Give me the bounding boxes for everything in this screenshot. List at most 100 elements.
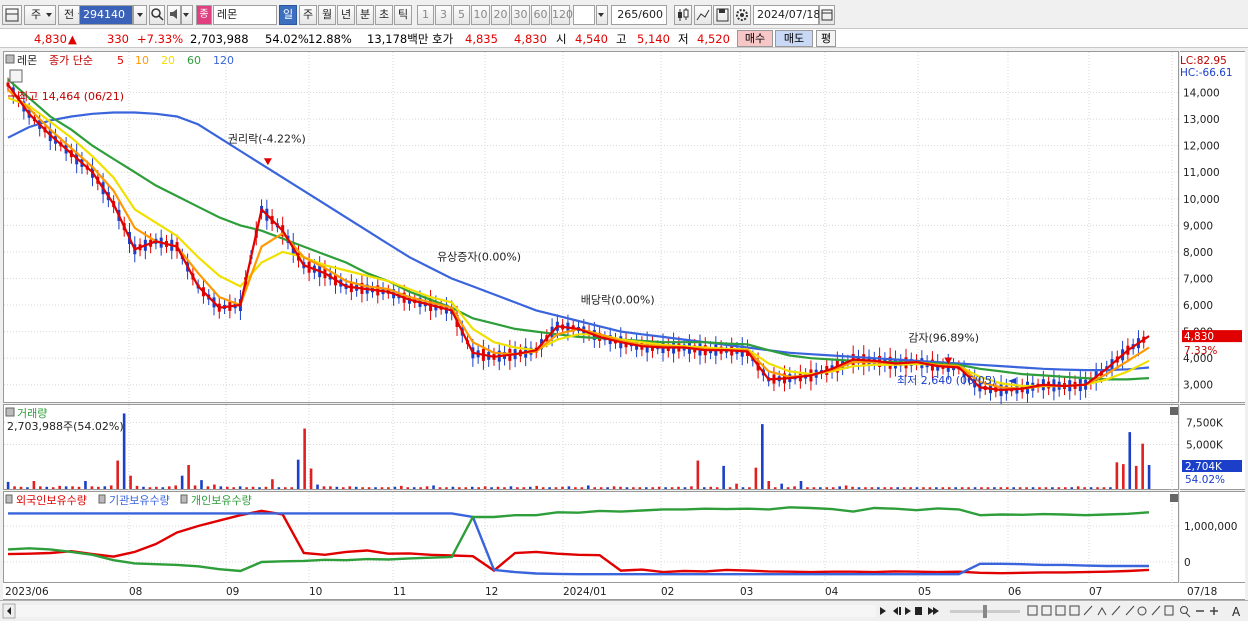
period-tick-button[interactable]: 틱	[394, 5, 412, 25]
period-month-button[interactable]: 월	[318, 5, 336, 25]
count-max: /600	[638, 8, 663, 21]
interval-30-button[interactable]: 30	[511, 5, 530, 25]
step-back-icon[interactable]	[893, 607, 898, 615]
volume-bar	[986, 487, 990, 489]
period-label: 초	[378, 8, 390, 21]
grid-icon[interactable]	[1069, 605, 1080, 616]
circle-tool-icon[interactable]	[1137, 606, 1147, 616]
volume-bar	[902, 487, 906, 489]
interval-1-button[interactable]: 1	[417, 5, 434, 25]
custom-interval-dropdown[interactable]	[596, 5, 608, 25]
trend-line-icon[interactable]	[1083, 605, 1093, 616]
chart-tools[interactable]: A	[1027, 605, 1241, 619]
sell-button[interactable]: 매도	[775, 30, 813, 47]
copy-icon[interactable]	[1041, 605, 1052, 616]
period-year-button[interactable]: 년	[337, 5, 355, 25]
sell-label: 매도	[783, 32, 805, 45]
scroll-right-icon[interactable]	[880, 607, 886, 615]
ray-icon[interactable]	[1111, 605, 1121, 616]
date-field[interactable]: 2024/07/18	[753, 5, 820, 25]
eval-button[interactable]: 평	[816, 30, 836, 47]
price-tick: 11,000	[1183, 167, 1220, 179]
market-select[interactable]: 주	[24, 5, 56, 25]
candle-icon[interactable]	[674, 5, 692, 25]
code-dropdown-button[interactable]	[133, 5, 147, 25]
interval-label: 60	[533, 8, 548, 21]
extend-line-icon[interactable]	[1125, 605, 1135, 616]
volume-bar	[1102, 487, 1106, 489]
speaker-dropdown-button[interactable]	[181, 5, 193, 25]
x-axis-label: 05	[918, 586, 931, 598]
volume-bar	[393, 486, 397, 489]
volume-bar	[728, 487, 732, 489]
interval-label: 30	[513, 8, 528, 21]
period-week-button[interactable]: 주	[299, 5, 317, 25]
zoom-slider-thumb[interactable]	[983, 605, 987, 618]
volume-bar	[960, 487, 964, 489]
volume-bar	[1012, 487, 1016, 489]
price-chart-panel[interactable]: 권리락(-4.22%) 유상증자(0.00%) 배당락(0.00%) 감자(96.89…	[3, 51, 1180, 406]
speaker-icon[interactable]	[167, 5, 181, 25]
font-size-icon[interactable]: A	[1232, 605, 1241, 619]
volume-bar	[155, 486, 158, 489]
zoom-icon[interactable]	[1180, 606, 1188, 614]
open-label: 시	[556, 32, 567, 46]
volume-bar	[271, 479, 274, 489]
period-second-button[interactable]: 초	[375, 5, 393, 25]
volume-bar	[90, 486, 94, 489]
volume-bar	[167, 486, 171, 489]
eraser-icon[interactable]	[1164, 605, 1174, 616]
stock-name-field[interactable]: 레몬	[213, 5, 277, 25]
volume-bar	[71, 486, 74, 489]
volume-bar	[458, 487, 461, 489]
stop-icon[interactable]	[915, 607, 922, 615]
interval-3-button[interactable]: 3	[435, 5, 452, 25]
interval-20-button[interactable]: 20	[491, 5, 510, 25]
volume-bar	[148, 487, 152, 489]
layout-icon[interactable]	[2, 5, 22, 25]
stock-code-value: 294140	[83, 8, 125, 21]
event-label: 배당락(0.00%)	[581, 294, 655, 307]
window-icon[interactable]	[1027, 605, 1038, 616]
volume-bar	[51, 487, 55, 489]
interval-120-button[interactable]: 120	[551, 5, 573, 25]
volume-bar	[722, 465, 725, 489]
volume-bar	[947, 487, 951, 489]
period-minute-button[interactable]: 분	[356, 5, 374, 25]
period-day-button[interactable]: 일	[279, 5, 297, 25]
volume-bar	[206, 486, 210, 489]
volume-bar	[819, 487, 822, 489]
layout-icon[interactable]	[1055, 605, 1066, 616]
pen-icon[interactable]	[1151, 605, 1161, 616]
search-icon[interactable]	[149, 5, 165, 25]
line-tool-icon[interactable]	[694, 5, 712, 25]
calendar-icon[interactable]	[819, 5, 835, 25]
save-icon[interactable]	[713, 5, 731, 25]
volume-bar	[877, 487, 880, 489]
volume-chart-panel[interactable]: 거래량 2,703,988주(54.02%)	[3, 404, 1180, 491]
angle-icon[interactable]	[1097, 606, 1107, 616]
volume-bar	[26, 487, 29, 489]
volume-bar	[1051, 487, 1054, 489]
volume-bar	[342, 487, 345, 489]
stock-code-input[interactable]: 294140	[79, 5, 133, 25]
holding-chart-panel[interactable]: 외국인보유수량 기관보유수량 개인보유수량	[3, 491, 1180, 584]
volume-bar	[599, 487, 603, 489]
interval-5-button[interactable]: 5	[453, 5, 470, 25]
legend-ma-5: 5	[117, 54, 124, 67]
custom-interval-input[interactable]	[573, 5, 595, 25]
volume-bar	[1083, 487, 1086, 489]
volume-bar	[554, 487, 558, 489]
gear-icon[interactable]	[733, 5, 751, 25]
volume-bar	[786, 487, 790, 489]
play-icon[interactable]	[905, 607, 911, 615]
play-controls[interactable]	[893, 607, 939, 615]
buy-button[interactable]: 매수	[737, 30, 773, 47]
volume-bar	[741, 487, 745, 489]
interval-60-button[interactable]: 60	[531, 5, 550, 25]
count-field[interactable]: 265/600	[611, 5, 667, 25]
scroll-track[interactable]	[16, 605, 876, 617]
interval-10-button[interactable]: 10	[471, 5, 490, 25]
price-scale: LC:82.95 HC:-66.61 14,000 13,000 12,000 11,00…	[1180, 51, 1245, 403]
period-label: 년	[340, 8, 352, 21]
